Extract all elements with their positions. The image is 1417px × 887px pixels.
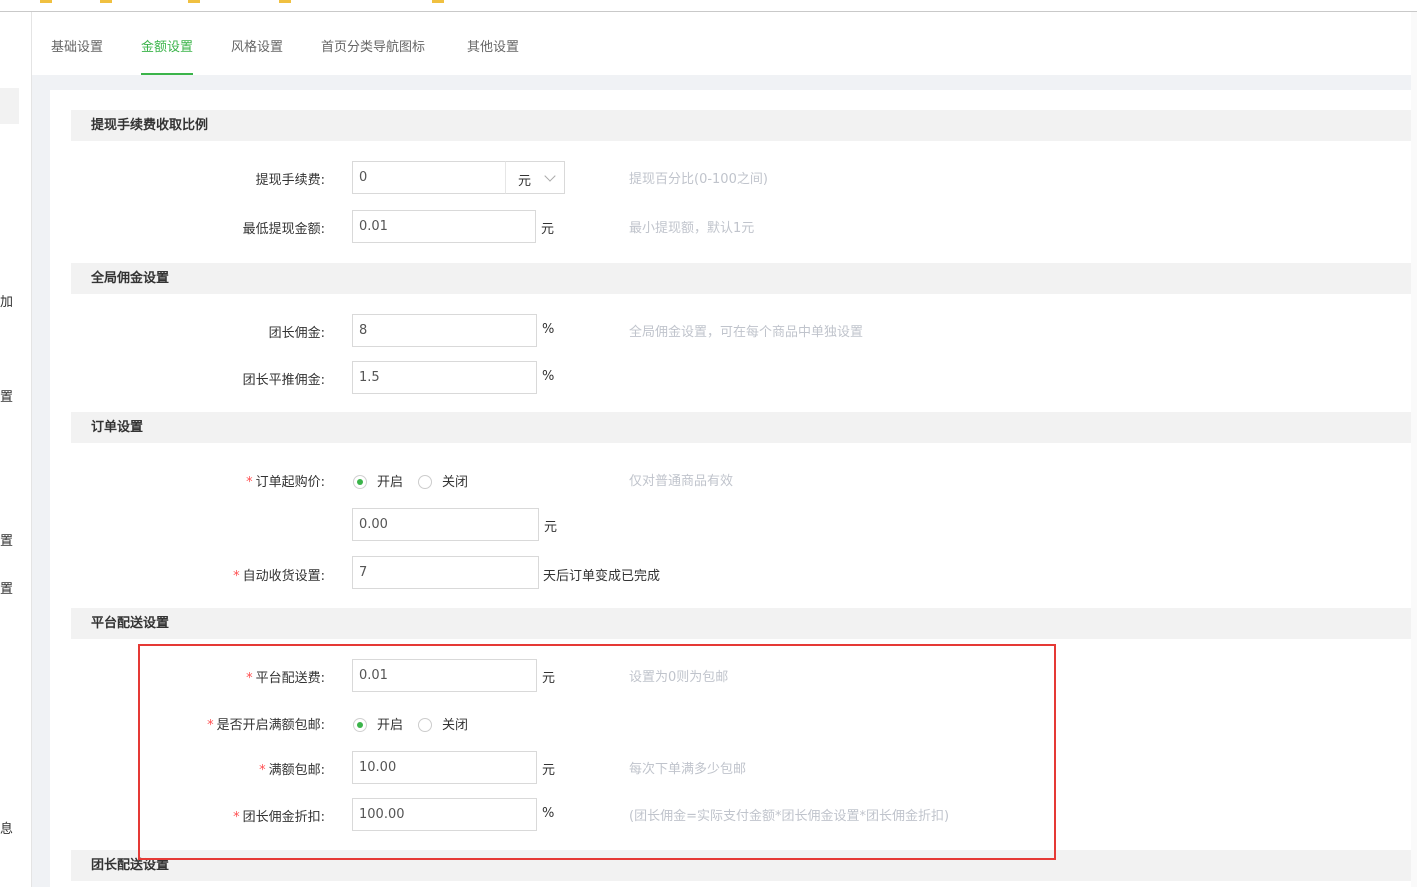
section-order-title: 订单设置 (71, 412, 1417, 443)
section-commission-title: 全局佣金设置 (71, 263, 1417, 294)
tab-basic[interactable]: 基础设置 (51, 36, 103, 75)
leader-discount-label: * 团长佣金折扣: (65, 806, 325, 825)
leader-commission-label: 团长佣金: (268, 326, 325, 341)
side-menu-item[interactable]: 置 (0, 386, 13, 405)
order-min-price-unit: 元 (544, 520, 558, 535)
settings-tabs: 基础设置 金额设置 风格设置 首页分类导航图标 其他设置 (32, 12, 1417, 75)
tab-amount[interactable]: 金额设置 (141, 36, 194, 75)
withdraw-fee-hint: 提现百分比(0-100之间) (629, 172, 768, 187)
order-min-price-radio-on[interactable] (353, 475, 367, 489)
top-bar (0, 0, 1417, 12)
top-bar-tab-marker (432, 0, 444, 3)
order-min-price-radio-on-label[interactable]: 开启 (377, 471, 403, 490)
withdraw-fee-label: 提现手续费: (255, 173, 325, 188)
free-threshold-input[interactable] (352, 751, 537, 784)
required-mark: * (207, 718, 214, 733)
free-threshold-unit: 元 (542, 763, 556, 778)
push-commission-unit: % (542, 369, 555, 384)
order-min-price-radio-off[interactable] (418, 475, 432, 489)
chevron-down-icon (544, 170, 556, 182)
section-withdraw-title: 提现手续费收取比例 (71, 110, 1417, 141)
free-shipping-radio-off-label[interactable]: 关闭 (442, 714, 468, 733)
tab-other[interactable]: 其他设置 (467, 36, 519, 75)
required-mark: * (233, 810, 240, 825)
delivery-fee-hint: 设置为0则为包邮 (629, 670, 729, 685)
free-shipping-radio-off[interactable] (418, 718, 432, 732)
withdraw-fee-unit-value: 元 (518, 174, 532, 189)
leader-commission-input[interactable] (352, 314, 537, 347)
tab-style[interactable]: 风格设置 (231, 36, 283, 75)
free-shipping-radio-on[interactable] (353, 718, 367, 732)
delivery-fee-label-text: 平台配送费: (255, 671, 325, 686)
side-menu-active-item[interactable] (0, 88, 19, 124)
push-commission-label: 团长平推佣金: (242, 373, 325, 388)
side-menu-item[interactable]: 置 (0, 530, 13, 549)
withdraw-min-label: 最低提现金额: (242, 222, 325, 237)
free-shipping-radio-on-label[interactable]: 开启 (377, 714, 403, 733)
leader-commission-hint: 全局佣金设置，可在每个商品中单独设置 (629, 325, 864, 340)
leader-commission-unit: % (542, 322, 555, 337)
leader-discount-unit: % (542, 806, 555, 821)
top-bar-tab-marker (40, 0, 52, 3)
withdraw-min-input[interactable] (352, 210, 536, 243)
withdraw-min-unit: 元 (541, 222, 555, 237)
free-threshold-hint: 每次下单满多少包邮 (629, 762, 747, 777)
side-menu: 加 置 置 置 息 (0, 12, 32, 887)
side-menu-item[interactable]: 置 (0, 578, 13, 597)
withdraw-min-hint: 最小提现额，默认1元 (629, 221, 755, 236)
leader-discount-hint: (团长佣金=实际支付金额*团长佣金设置*团长佣金折扣) (629, 809, 950, 824)
top-bar-tab-marker (100, 0, 112, 3)
auto-receive-input[interactable] (352, 556, 539, 589)
required-mark: * (259, 763, 266, 778)
section-leader-delivery-title: 团长配送设置 (71, 850, 1417, 881)
withdraw-fee-input[interactable] (352, 161, 506, 194)
top-bar-tab-marker (188, 0, 200, 3)
auto-receive-label: * 自动收货设置: (65, 565, 325, 584)
push-commission-input[interactable] (352, 361, 537, 394)
section-delivery-title: 平台配送设置 (71, 608, 1417, 639)
free-threshold-label: * 满额包邮: (65, 759, 325, 778)
tab-home-nav-icons[interactable]: 首页分类导航图标 (321, 36, 425, 75)
delivery-fee-input[interactable] (352, 659, 537, 692)
auto-receive-label-text: 自动收货设置: (242, 569, 325, 584)
order-min-price-label-text: 订单起购价: (255, 475, 325, 490)
free-threshold-label-text: 满额包邮: (268, 763, 325, 778)
side-menu-item[interactable]: 息 (0, 818, 13, 837)
order-min-price-hint: 仅对普通商品有效 (629, 474, 734, 489)
order-min-price-label: * 订单起购价: (65, 471, 325, 490)
required-mark: * (246, 671, 253, 686)
delivery-fee-unit: 元 (542, 671, 556, 686)
order-min-price-radio-off-label[interactable]: 关闭 (442, 471, 468, 490)
required-mark: * (246, 475, 253, 490)
auto-receive-unit: 天后订单变成已完成 (543, 569, 661, 584)
scrollbar[interactable] (1411, 12, 1417, 887)
top-bar-tab-marker (279, 0, 291, 3)
free-shipping-label-text: 是否开启满额包邮: (216, 718, 325, 733)
side-menu-item[interactable]: 加 (0, 291, 13, 310)
free-shipping-label: * 是否开启满额包邮: (65, 714, 325, 733)
leader-discount-input[interactable] (352, 798, 537, 831)
withdraw-fee-unit-select[interactable]: 元 (505, 161, 565, 194)
leader-discount-label-text: 团长佣金折扣: (242, 810, 325, 825)
required-mark: * (233, 569, 240, 584)
order-min-price-input[interactable] (352, 508, 539, 541)
delivery-fee-label: * 平台配送费: (65, 667, 325, 686)
